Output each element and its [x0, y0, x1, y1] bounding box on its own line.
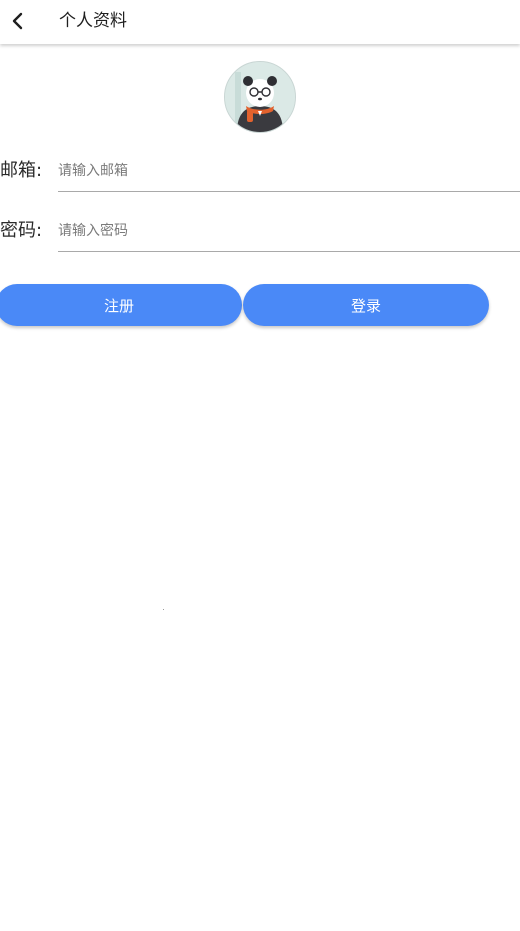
- chevron-left-icon: [12, 12, 23, 30]
- password-underline: [58, 251, 520, 252]
- password-field[interactable]: [58, 217, 520, 245]
- app-bar: 个人资料: [0, 0, 520, 44]
- email-underline: [58, 191, 520, 192]
- register-button-label: 注册: [103, 296, 134, 315]
- password-label: 密码:: [0, 220, 43, 241]
- email-label: 邮箱:: [0, 160, 43, 181]
- email-field[interactable]: [58, 157, 520, 185]
- panda-avatar-icon: [225, 62, 295, 132]
- login-button-label: 登录: [350, 296, 381, 315]
- login-button[interactable]: 登录: [243, 284, 489, 326]
- back-button[interactable]: [2, 4, 32, 38]
- register-button[interactable]: 注册: [0, 284, 242, 326]
- stray-pixel: [163, 609, 164, 610]
- avatar[interactable]: [224, 61, 296, 133]
- page-title: 个人资料: [59, 11, 127, 31]
